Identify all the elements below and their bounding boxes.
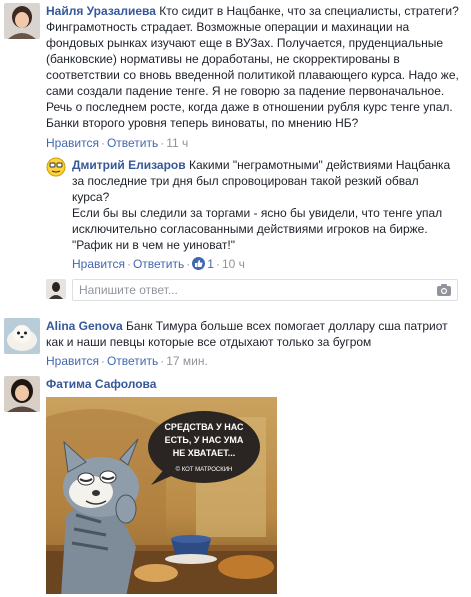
reply-link[interactable]: Ответить [107,136,158,150]
caption-line: НЕ ХВАТАЕТ... [173,448,236,458]
comment-author[interactable]: Alina Genova [46,319,123,333]
caption-line: СРЕДСТВА У НАС [164,422,244,432]
comment-body: Alina Genova Банк Тимура больше всех пом… [46,318,464,350]
caption-line: ЕСТЬ, У НАС УМА [165,435,244,445]
separator: · [215,257,220,271]
comment-author[interactable]: Дмитрий Елизаров [72,158,186,172]
separator: · [100,136,105,150]
comment-text: Какими "неграмотными" действиями Нацбанк… [72,158,451,252]
comment-actions: Нравится · Ответить · 11 ч [46,135,188,151]
comment-author[interactable]: Фатима Сафолова [46,377,156,391]
comment-actions: Нравится · Ответить · 17 мин. [46,353,208,369]
separator: · [126,257,131,271]
separator: · [100,354,105,368]
comment-image[interactable]: СРЕДСТВА У НАС ЕСТЬ, У НАС УМА НЕ ХВАТАЕ… [46,397,277,594]
avatar[interactable] [4,3,40,39]
comment-author[interactable]: Найля Уразалиева [46,4,156,18]
reply-actions: Нравится · Ответить · 1 · 10 ч [72,256,245,274]
like-link[interactable]: Нравится [46,354,99,368]
comment-body: Фатима Сафолова [46,376,464,392]
like-link[interactable]: Нравится [46,136,99,150]
timestamp[interactable]: 17 мин. [166,354,208,368]
reply-body: Дмитрий Елизаров Какими "неграмотными" д… [72,157,464,253]
avatar[interactable] [46,157,66,177]
caption-signature: © КОТ МАТРОСКИН [176,466,233,473]
reply-link[interactable]: Ответить [133,257,184,271]
like-link[interactable]: Нравится [72,257,125,271]
reply-link[interactable]: Ответить [107,354,158,368]
separator: · [160,136,165,150]
reply-field[interactable] [72,279,458,301]
separator: · [160,354,165,368]
comment-text: Кто сидит в Нацбанке, что за специалисты… [46,4,459,130]
separator: · [186,257,191,271]
camera-icon[interactable] [436,283,452,300]
avatar[interactable] [4,318,40,354]
comment-body: Найля Уразалиева Кто сидит в Нацбанке, ч… [46,3,464,131]
timestamp[interactable]: 10 ч [222,257,245,271]
timestamp[interactable]: 11 ч [166,136,188,150]
reply-input[interactable] [73,280,419,300]
avatar[interactable] [4,376,40,412]
like-icon[interactable] [192,257,206,274]
like-count[interactable]: 1 [207,257,214,271]
avatar [46,279,66,299]
